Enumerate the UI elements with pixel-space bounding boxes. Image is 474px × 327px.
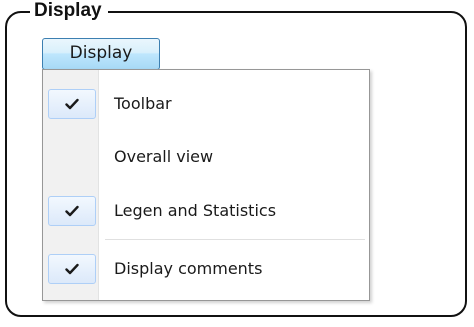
menu-separator <box>105 239 365 241</box>
check-indicator <box>48 254 96 284</box>
checkmark-icon <box>65 205 79 217</box>
menu-item-label: Toolbar <box>114 94 172 113</box>
display-dropdown-menu: Toolbar Overall view Legen and Statistic… <box>42 69 370 301</box>
checkmark-icon <box>65 263 79 275</box>
menu-item-label: Legen and Statistics <box>114 201 277 220</box>
group-title: Display <box>30 0 108 22</box>
menu-item-display-comments[interactable]: Display comments <box>46 250 366 288</box>
menu-item-label: Overall view <box>114 147 214 166</box>
checkmark-icon <box>65 98 79 110</box>
menu-item-toolbar[interactable]: Toolbar <box>46 85 366 123</box>
display-menu-button[interactable]: Display <box>42 38 160 70</box>
check-indicator <box>48 196 96 226</box>
check-indicator <box>48 89 96 119</box>
menu-item-legend-statistics[interactable]: Legen and Statistics <box>46 192 366 230</box>
menu-item-overall-view[interactable]: Overall view <box>46 138 366 176</box>
menu-item-label: Display comments <box>114 259 263 278</box>
